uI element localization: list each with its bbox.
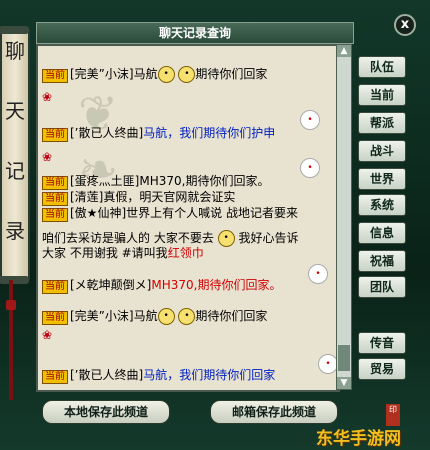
player-name[interactable]: [’散已人终曲] <box>70 368 143 382</box>
seal-stamp: 印 <box>386 404 400 426</box>
chat-line-7: 大家 不用谢我 #请叫我红领巾 <box>42 246 204 260</box>
emoticon-icon: • <box>157 308 175 325</box>
chat-message: MH370,期待你们回家。 <box>151 278 282 292</box>
scroll-cap-top <box>0 26 29 34</box>
chat-message: 马航，我们期待你们护申 <box>143 126 276 140</box>
scroll-char-2: 天 <box>5 99 25 123</box>
save-local-button[interactable]: 本地保存此频道 <box>42 400 170 424</box>
rose-icon: ❀ <box>42 150 53 164</box>
channel-button-blessing[interactable]: 祝福 <box>358 250 406 272</box>
channel-button-trade[interactable]: 贸易 <box>358 358 406 380</box>
player-name[interactable]: [’散已人终曲] <box>70 126 143 140</box>
chat-line-9: 当前 [完美”小沫]马航 • • 期待你们回家 <box>42 308 267 325</box>
chat-line-4: 当前 [清莲]真假，明天官网就会证实 <box>42 190 235 206</box>
channel-button-info[interactable]: 信息 <box>358 222 406 244</box>
channel-button-guild[interactable]: 帮派 <box>358 112 406 134</box>
channel-tag[interactable]: 当前 <box>42 311 68 325</box>
scroll-char-4: 录 <box>5 219 25 243</box>
chat-message: 期待你们回家。 <box>185 174 270 188</box>
channel-tag[interactable]: 当前 <box>42 176 68 190</box>
chat-message: 期待你们回家 <box>195 67 268 81</box>
rose-icon: ❀ <box>42 328 53 342</box>
chat-message-highlight: 红领巾 <box>167 246 204 260</box>
channel-tag[interactable]: 当前 <box>42 208 68 222</box>
save-mail-button[interactable]: 邮箱保存此频道 <box>210 400 338 424</box>
chat-message: 明天官网就会证实 <box>139 190 236 204</box>
channel-tag[interactable]: 当前 <box>42 192 68 206</box>
chat-log-panel[interactable]: ❦ ❧ 当前 [完美”小沫]马航 • • 期待你们回家 ❀ • 当前 [’散已人终曲]马航… <box>36 44 340 392</box>
scroll-char-3: 记 <box>5 159 25 183</box>
emoticon-icon: • <box>178 66 196 83</box>
rabbit-emote-icon: • <box>300 110 320 130</box>
player-name[interactable]: [完美”小沫]马航 <box>70 67 158 81</box>
emoticon-icon: • <box>217 230 235 247</box>
chat-message: 大家 不用谢我 #请叫我 <box>42 246 168 260</box>
scroll-up-arrow-icon[interactable]: ▲ <box>337 45 351 57</box>
chat-line-5: 当前 [傲★仙神]世界上有个人喊说 战地记者要来 <box>42 206 298 222</box>
emoticon-icon: • <box>178 308 196 325</box>
chat-line-8: 当前 [メ乾坤颠倒メ]MH370,期待你们回家。 <box>42 278 281 294</box>
rabbit-emote-icon: • <box>308 264 328 284</box>
player-name[interactable]: [傲★仙神] <box>70 206 126 220</box>
chat-line-1: 当前 [完美”小沫]马航 • • 期待你们回家 <box>42 66 267 83</box>
chat-message: 世界上有个人喊说 战地记者要来 <box>126 206 298 220</box>
rabbit-emote-icon: • <box>318 354 338 374</box>
channel-tag[interactable]: 当前 <box>42 280 68 294</box>
player-name[interactable]: [完美”小沫]马航 <box>70 309 158 323</box>
channel-tag[interactable]: 当前 <box>42 370 68 384</box>
rose-icon: ❀ <box>42 90 53 104</box>
channel-button-whisper[interactable]: 传音 <box>358 332 406 354</box>
channel-tag[interactable]: 当前 <box>42 128 68 142</box>
channel-button-corps[interactable]: 团队 <box>358 276 406 298</box>
chat-scrollbar[interactable]: ▲ ▼ <box>336 44 352 390</box>
emoticon-icon: • <box>157 66 175 83</box>
chat-line-10: 当前 [’散已人终曲]马航，我们期待你们回家 <box>42 368 275 384</box>
chat-message: 咱们去采访是骗人的 大家不要去 <box>42 231 214 245</box>
close-button[interactable]: x <box>394 14 416 36</box>
rabbit-emote-icon: • <box>300 158 320 178</box>
channel-button-battle[interactable]: 战斗 <box>358 140 406 162</box>
watermark: 东华手游网 <box>316 429 401 449</box>
channel-button-world[interactable]: 世界 <box>358 168 406 190</box>
chat-message: 我好心告诉 <box>238 231 299 245</box>
window-title: 聊天记录查询 <box>158 26 231 40</box>
channel-button-current[interactable]: 当前 <box>358 84 406 106</box>
scroll-char-1: 聊 <box>5 39 25 63</box>
chat-message: 马航，我们期待你们回家 <box>143 368 276 382</box>
channel-tag[interactable]: 当前 <box>42 69 68 83</box>
scroll-thumb[interactable] <box>338 345 350 371</box>
channel-button-system[interactable]: 系统 <box>358 194 406 216</box>
player-name[interactable]: [メ乾坤颠倒メ] <box>70 278 151 292</box>
scroll-cap-bottom <box>0 276 29 284</box>
chat-log-scroll-banner: 聊 天 记 录 <box>0 26 30 284</box>
channel-button-team[interactable]: 队伍 <box>358 56 406 78</box>
player-name[interactable]: [清莲]真假， <box>70 190 139 204</box>
chat-line-3: 当前 [蛋疼灬土匪]MH370,期待你们回家。 <box>42 174 269 190</box>
chat-line-2: 当前 [’散已人终曲]马航，我们期待你们护申 <box>42 126 275 142</box>
tassel-decoration <box>6 280 16 400</box>
chat-line-6: 咱们去采访是骗人的 大家不要去 • 我好心告诉 <box>42 230 299 247</box>
chat-message: 期待你们回家 <box>195 309 268 323</box>
player-name[interactable]: [蛋疼灬土匪]MH370, <box>70 174 185 188</box>
window-titlebar: 聊天记录查询 <box>36 22 354 44</box>
scroll-down-arrow-icon[interactable]: ▼ <box>337 377 351 389</box>
